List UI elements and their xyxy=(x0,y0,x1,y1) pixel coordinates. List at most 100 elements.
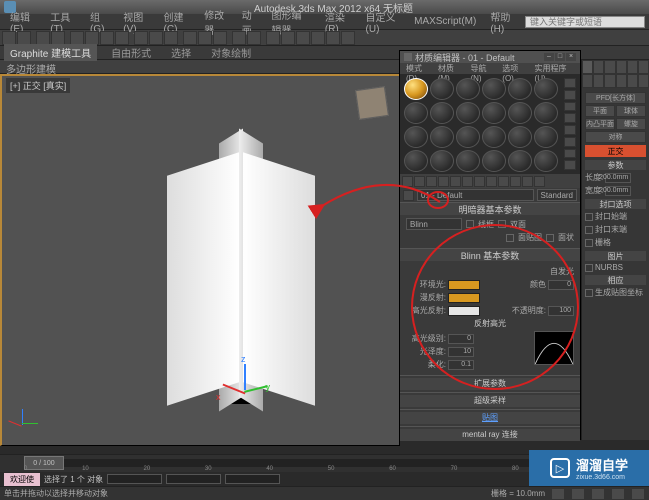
preview-button[interactable] xyxy=(564,137,576,147)
material-slot[interactable] xyxy=(534,78,558,100)
material-slot[interactable] xyxy=(456,102,480,124)
rollout-sec2-head[interactable]: 图片 xyxy=(585,251,646,261)
material-slot[interactable] xyxy=(534,150,558,172)
material-slot[interactable] xyxy=(430,102,454,124)
motion-tab[interactable] xyxy=(616,60,627,74)
helpers-button[interactable] xyxy=(627,74,638,88)
material-slot[interactable] xyxy=(534,102,558,124)
ribbon-selection[interactable]: 选择 xyxy=(165,44,197,61)
material-slot[interactable] xyxy=(456,150,480,172)
me-menu-nav[interactable]: 导航(N) xyxy=(467,63,498,74)
faceted-checkbox[interactable] xyxy=(546,234,554,242)
ribbon-objectpaint[interactable]: 对象绘制 xyxy=(205,44,257,61)
search-input[interactable] xyxy=(525,16,645,28)
type-c-button[interactable]: 对称 xyxy=(585,131,646,143)
autokey-button[interactable] xyxy=(551,488,565,500)
material-slot[interactable] xyxy=(482,126,506,148)
systems-button[interactable] xyxy=(638,74,649,88)
select-button[interactable] xyxy=(70,31,84,45)
material-slot[interactable] xyxy=(508,126,532,148)
transform-gizmo[interactable]: z y x xyxy=(230,364,260,424)
material-id-button[interactable] xyxy=(486,176,497,187)
material-slot[interactable] xyxy=(404,126,428,148)
type-plane-button[interactable]: 平面 xyxy=(585,105,615,117)
me-menu-material[interactable]: 材质(M) xyxy=(435,63,467,74)
rollout-supersamp-head[interactable]: 超级采样 xyxy=(400,395,580,407)
video-check-button[interactable] xyxy=(564,125,576,135)
geometry-button[interactable] xyxy=(582,74,593,88)
object-name-field[interactable]: 正交 xyxy=(585,145,646,157)
utilities-tab[interactable] xyxy=(638,60,649,74)
rollout-maps-head[interactable]: 贴图 xyxy=(400,412,580,424)
go-parent-button[interactable] xyxy=(522,176,533,187)
schematic-button[interactable] xyxy=(296,31,310,45)
rollout-params-head[interactable]: 参数 xyxy=(585,160,646,170)
next-frame-button[interactable] xyxy=(631,488,645,500)
select-name-button[interactable] xyxy=(85,31,99,45)
ribbon-freeform[interactable]: 自由形式 xyxy=(105,44,157,61)
material-slot-1[interactable] xyxy=(404,78,428,100)
uv-tile-button[interactable] xyxy=(564,113,576,123)
material-slot[interactable] xyxy=(430,78,454,100)
rollout-mental-head[interactable]: mental ray 连接 xyxy=(400,429,580,441)
view-cube[interactable] xyxy=(349,80,395,126)
material-slot[interactable] xyxy=(508,78,532,100)
material-slot[interactable] xyxy=(482,102,506,124)
show-end-button[interactable] xyxy=(510,176,521,187)
material-editor-button[interactable] xyxy=(311,31,325,45)
me-close-button[interactable]: × xyxy=(566,53,576,61)
modify-tab[interactable] xyxy=(593,60,604,74)
redo-button[interactable] xyxy=(17,31,31,45)
menu-script[interactable]: MAXScript(M) xyxy=(408,15,482,28)
create-tab[interactable] xyxy=(582,60,593,74)
background-button[interactable] xyxy=(564,102,576,112)
ribbon-graphite[interactable]: Graphite 建模工具 xyxy=(4,44,97,61)
undo-button[interactable] xyxy=(2,31,16,45)
rollout-sec3-head[interactable]: 相应 xyxy=(585,275,646,285)
select-region-button[interactable] xyxy=(100,31,114,45)
scale-button[interactable] xyxy=(164,31,178,45)
material-slot[interactable] xyxy=(430,126,454,148)
shapes-button[interactable] xyxy=(593,74,604,88)
show-map-button[interactable] xyxy=(498,176,509,187)
material-slot[interactable] xyxy=(508,150,532,172)
window-cross-button[interactable] xyxy=(115,31,129,45)
selection-lock-button[interactable]: 欢迎使 xyxy=(4,473,40,486)
sample-type-button[interactable] xyxy=(564,78,576,88)
go-forward-button[interactable] xyxy=(534,176,545,187)
material-slot[interactable] xyxy=(404,102,428,124)
link-button[interactable] xyxy=(36,31,50,45)
render-button[interactable] xyxy=(341,31,355,45)
morph-checkbox[interactable] xyxy=(585,239,593,247)
length-spinner[interactable]: 200.0mm xyxy=(605,173,631,183)
me-menu-mode[interactable]: 模式(D) xyxy=(403,63,434,74)
cap-start-checkbox[interactable] xyxy=(585,213,593,221)
me-minimize-button[interactable]: – xyxy=(544,53,554,61)
menu-custom[interactable]: 自定义(U) xyxy=(360,8,407,36)
render-setup-button[interactable] xyxy=(326,31,340,45)
setkey-button[interactable] xyxy=(571,488,585,500)
cap-end-checkbox[interactable] xyxy=(585,226,593,234)
rollout-caps-head[interactable]: 封口选项 xyxy=(585,199,646,209)
display-tab[interactable] xyxy=(627,60,638,74)
backlight-button[interactable] xyxy=(564,90,576,100)
gen-maps-checkbox[interactable] xyxy=(585,289,593,297)
lights-button[interactable] xyxy=(604,74,615,88)
align-button[interactable] xyxy=(247,31,261,45)
nurbs-checkbox[interactable] xyxy=(585,264,593,272)
type-b-button[interactable]: 螺旋 xyxy=(616,118,646,130)
move-button[interactable] xyxy=(134,31,148,45)
shader-dropdown[interactable]: Blinn xyxy=(406,218,462,230)
type-a-button[interactable]: 内凸平面 xyxy=(585,118,615,130)
viewport-label[interactable]: [+] 正交 [真实] xyxy=(6,78,70,93)
make-copy-button[interactable] xyxy=(450,176,461,187)
viewport[interactable]: [+] 正交 [真实] z y x xyxy=(0,74,400,446)
options-button[interactable] xyxy=(564,149,576,159)
y-input[interactable] xyxy=(166,474,221,484)
material-slot[interactable] xyxy=(482,78,506,100)
percent-snap-button[interactable] xyxy=(213,31,227,45)
z-input[interactable] xyxy=(225,474,280,484)
layer-button[interactable] xyxy=(266,31,280,45)
prev-frame-button[interactable] xyxy=(591,488,605,500)
me-menu-util[interactable]: 实用程序(U) xyxy=(532,63,577,74)
